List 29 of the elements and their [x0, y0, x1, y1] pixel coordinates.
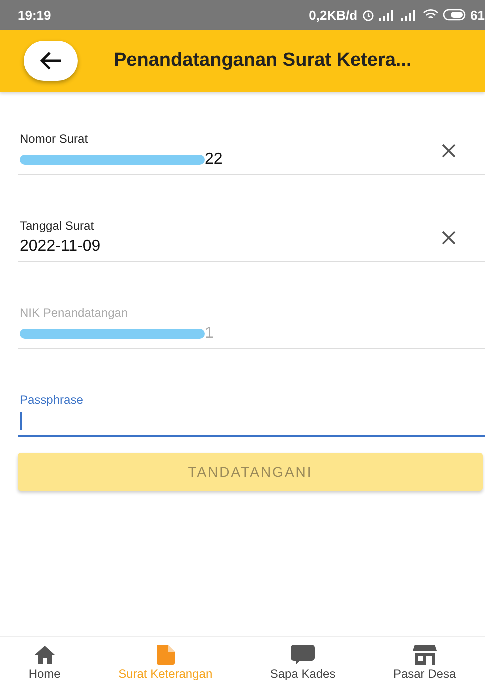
input-field[interactable]: Nomor Surat 22 — [18, 132, 485, 175]
field-label: Passphrase — [20, 393, 84, 407]
field-label: Nomor Surat — [20, 132, 90, 146]
close-icon[interactable] — [441, 230, 457, 246]
home-icon — [34, 645, 56, 665]
field-value: 1 — [205, 325, 214, 343]
nav-tab[interactable]: Home — [28, 645, 61, 681]
clock-time: 19:19 — [18, 8, 52, 22]
back-button[interactable] — [24, 41, 78, 81]
store-icon — [412, 645, 437, 665]
field-label: Tanggal Surat — [20, 219, 96, 233]
page-title: Penandatanganan Surat Ketera... — [114, 50, 412, 72]
nav-tab[interactable]: Sapa Kades — [270, 645, 336, 681]
network-speed: 0,2KB/d — [309, 8, 358, 22]
field-value: 2022-11-09 — [20, 238, 101, 256]
back-arrow-icon — [39, 51, 63, 71]
field-label: NIK Penandatangan — [20, 306, 130, 320]
battery-percent: 61 — [470, 8, 485, 22]
chat-icon — [291, 645, 316, 665]
text-cursor — [20, 412, 22, 430]
input-field[interactable]: Tanggal Surat 2022-11-09 — [18, 219, 485, 262]
wifi-icon — [422, 9, 439, 21]
battery-icon — [442, 9, 467, 21]
input-field[interactable]: Passphrase — [18, 393, 485, 437]
alarm-icon — [362, 8, 375, 22]
field-value: 22 — [205, 151, 223, 169]
nav-tab[interactable]: Pasar Desa — [393, 645, 456, 681]
close-icon[interactable] — [441, 143, 457, 159]
document-icon — [156, 645, 175, 665]
